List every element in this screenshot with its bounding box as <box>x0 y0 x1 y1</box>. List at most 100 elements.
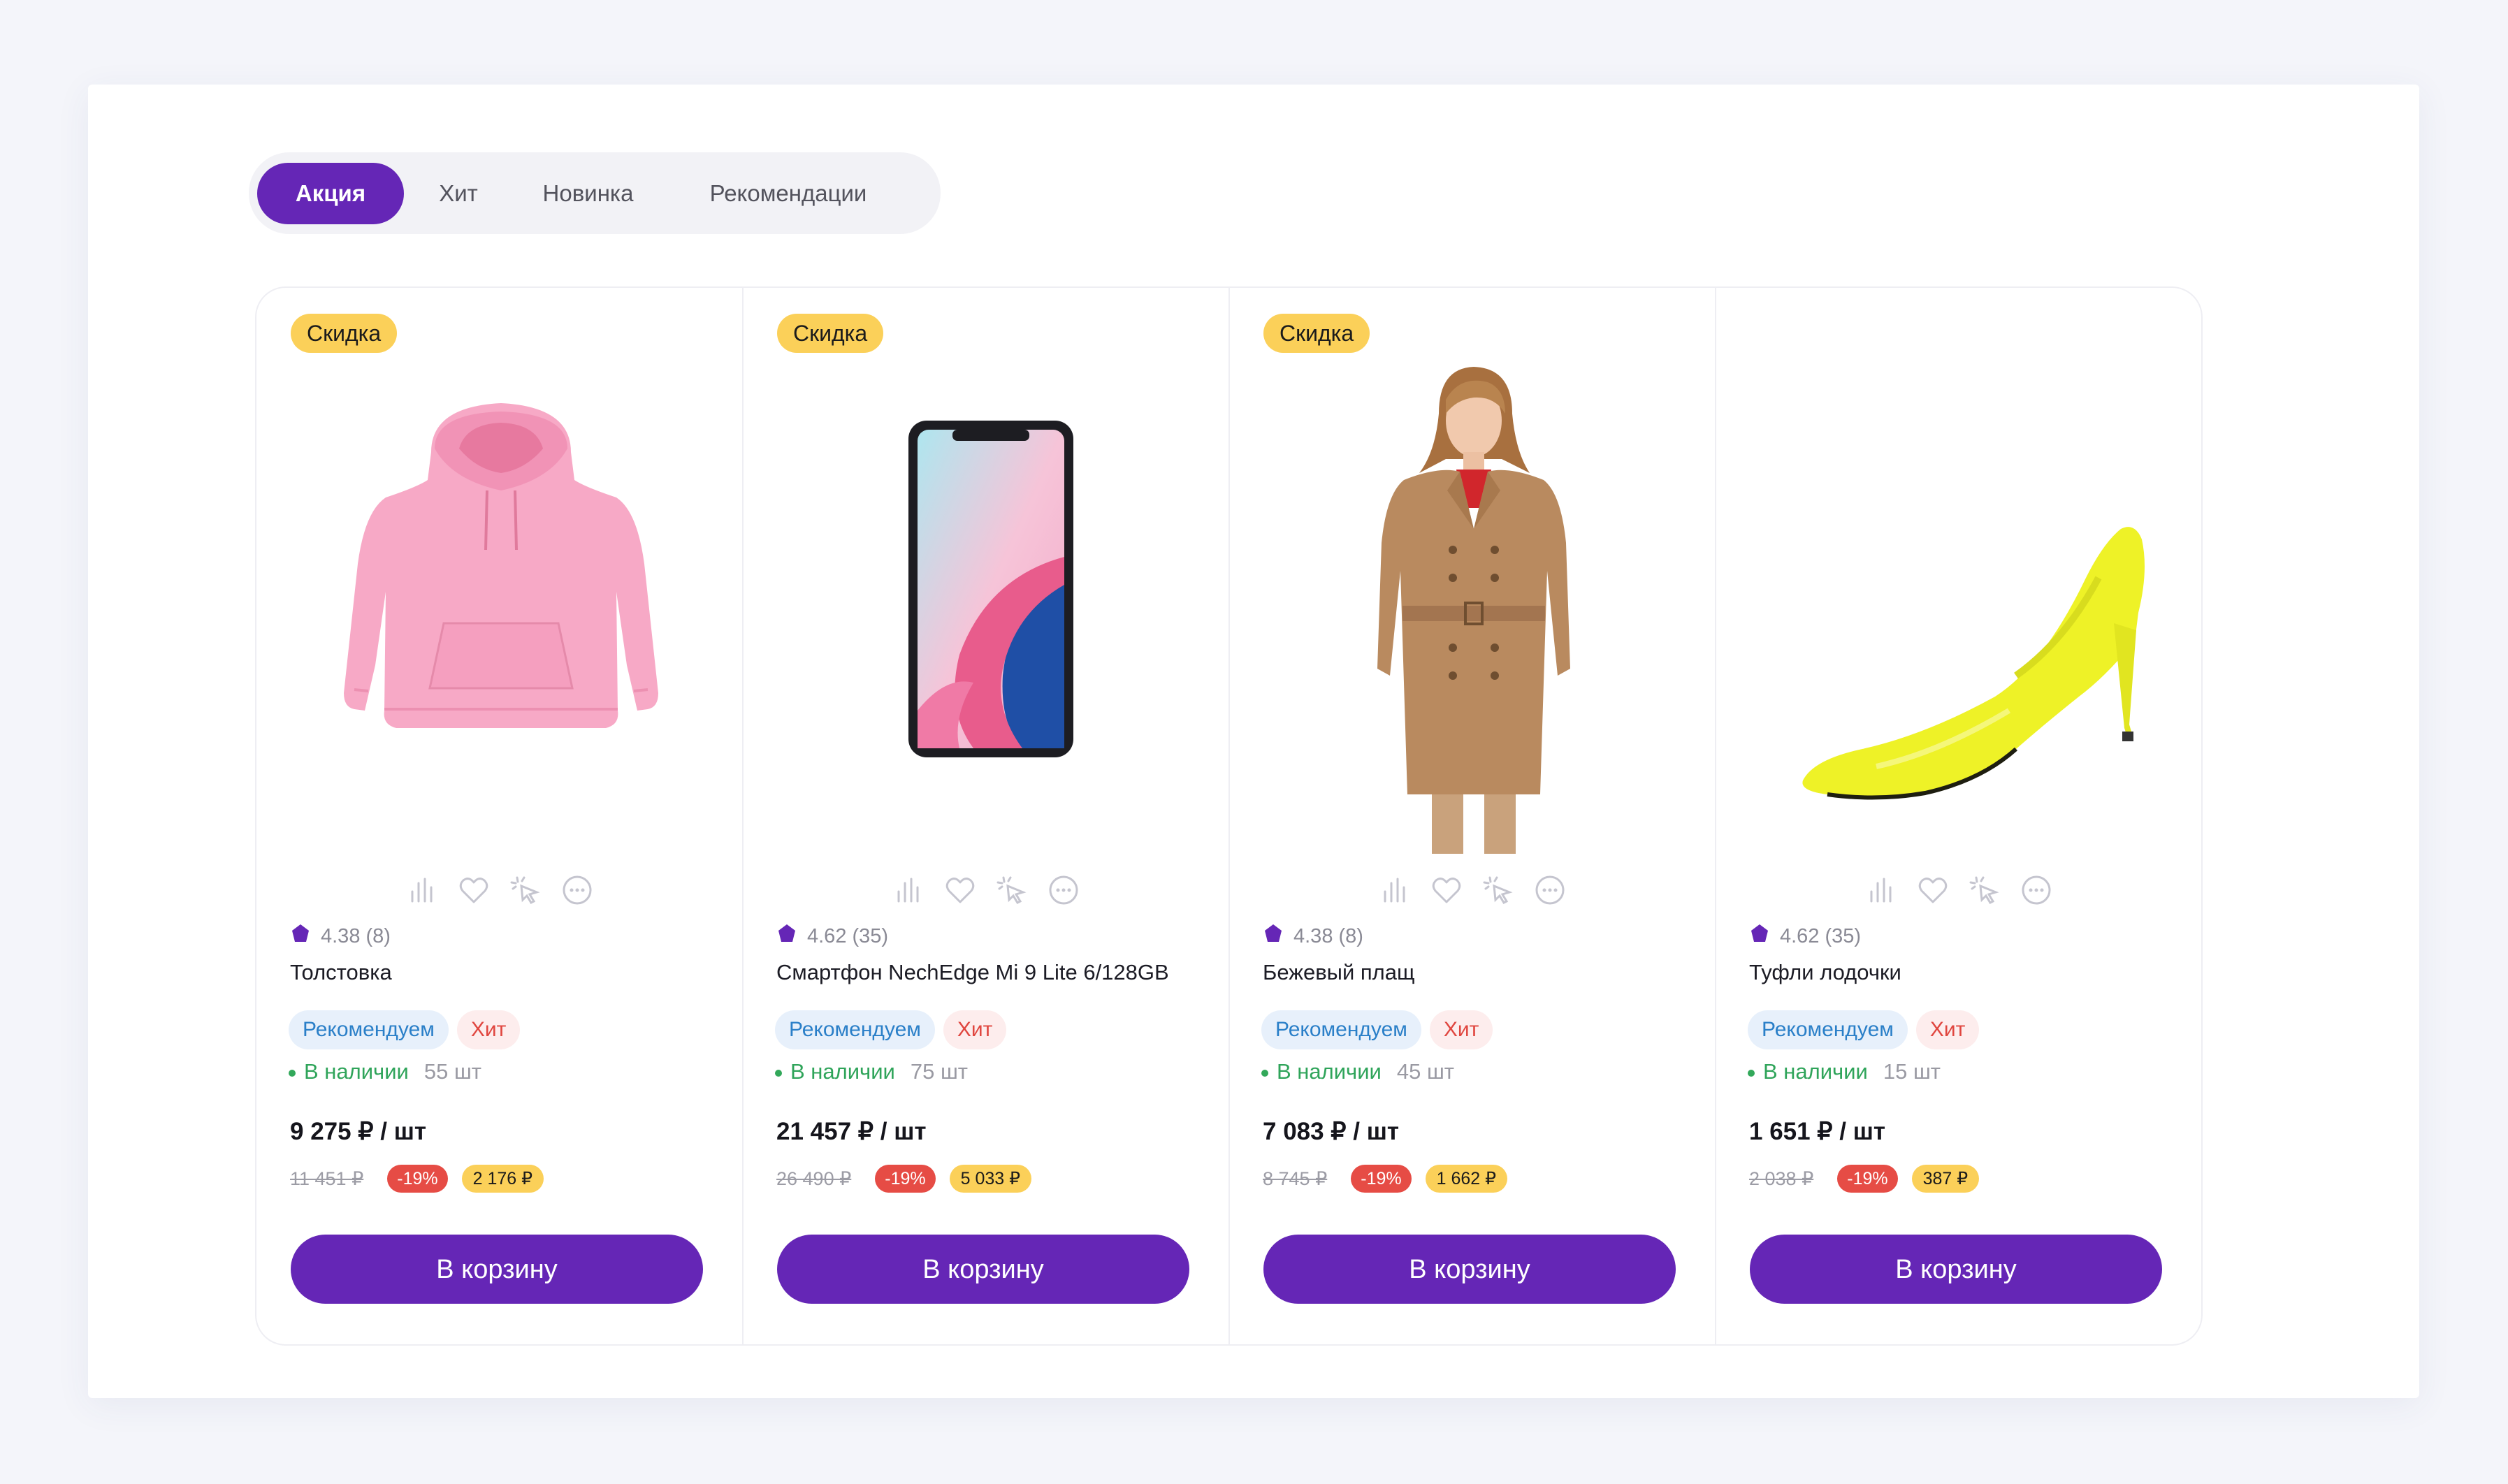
price-details: 11 451 ₽ -19% 2 176 ₽ <box>290 1165 544 1195</box>
old-price: 11 451 ₽ <box>290 1167 364 1189</box>
old-price: 8 745 ₽ <box>1263 1167 1328 1189</box>
rating-value: 4.38 <box>321 925 361 947</box>
chip-hit: Хит <box>943 1010 1007 1049</box>
product-name[interactable]: Смартфон NechEdge Mi 9 Lite 6/128GB <box>776 960 1169 985</box>
more-icon[interactable] <box>1047 873 1080 907</box>
chip-hit: Хит <box>1915 1010 1980 1049</box>
product-chips: Рекомендуем Хит <box>1261 1010 1501 1049</box>
rating-value: 4.62 <box>807 925 847 947</box>
tab-recommendations[interactable]: Рекомендации <box>676 163 900 224</box>
product-chips: Рекомендуем Хит <box>775 1010 1015 1049</box>
cursor-click-icon[interactable] <box>509 873 542 907</box>
cursor-click-icon[interactable] <box>995 873 1029 907</box>
add-to-cart-button[interactable]: В корзину <box>1750 1235 2162 1304</box>
old-price: 2 038 ₽ <box>1749 1167 1814 1189</box>
stock-status: В наличии 75 шт <box>775 1059 968 1084</box>
more-icon[interactable] <box>2020 873 2053 907</box>
rating-value: 4.38 <box>1293 925 1333 947</box>
product-actions <box>1378 873 1588 908</box>
discount-percent: -19% <box>1837 1165 1898 1193</box>
price-details: 2 038 ₽ -19% 387 ₽ <box>1749 1165 1980 1195</box>
saving-amount: 1 662 ₽ <box>1425 1165 1508 1193</box>
product-actions <box>1864 873 2074 908</box>
discount-percent: -19% <box>875 1165 936 1193</box>
old-price: 26 490 ₽ <box>776 1167 852 1189</box>
stock-qty: 45 шт <box>1396 1059 1455 1084</box>
filter-tabs: Акция Хит Новинка Рекомендации <box>249 152 941 234</box>
product-image-smartphone[interactable] <box>743 347 1228 854</box>
stock-status: В наличии 15 шт <box>1748 1059 1941 1084</box>
product-card[interactable]: Скидка <box>1229 288 1716 1344</box>
heart-icon[interactable] <box>457 873 491 907</box>
chip-hit: Хит <box>1429 1010 1493 1049</box>
stock-status: В наличии 55 шт <box>289 1059 481 1084</box>
cursor-click-icon[interactable] <box>1481 873 1515 907</box>
product-name[interactable]: Туфли лодочки <box>1749 960 1901 985</box>
product-card[interactable]: Скидка <box>743 288 1230 1344</box>
cursor-click-icon[interactable] <box>1968 873 2001 907</box>
bar-chart-icon[interactable] <box>1864 873 1898 907</box>
rating-star-icon <box>776 923 797 952</box>
more-icon[interactable] <box>560 873 594 907</box>
stock-label: В наличии <box>304 1059 409 1084</box>
stock-dot-icon <box>289 1069 296 1077</box>
bar-chart-icon[interactable] <box>892 873 925 907</box>
product-card[interactable]: Скидка <box>256 288 744 1344</box>
product-price: 21 457 ₽ / шт <box>776 1118 927 1145</box>
chip-hit: Хит <box>456 1010 521 1049</box>
bar-chart-icon[interactable] <box>405 873 439 907</box>
product-rating: 4.62 (35) <box>1749 922 1861 950</box>
heart-icon[interactable] <box>1430 873 1463 907</box>
saving-amount: 387 ₽ <box>1911 1165 1980 1193</box>
product-rating: 4.62 (35) <box>776 922 888 950</box>
product-image-hoodie[interactable] <box>256 347 742 854</box>
review-count: (35) <box>852 925 889 947</box>
price-details: 8 745 ₽ -19% 1 662 ₽ <box>1263 1165 1508 1195</box>
stock-label: В наличии <box>1763 1059 1868 1084</box>
product-name[interactable]: Толстовка <box>290 960 392 985</box>
review-count: (35) <box>1825 925 1862 947</box>
saving-amount: 2 176 ₽ <box>461 1165 544 1193</box>
chip-recommend: Рекомендуем <box>289 1010 449 1049</box>
more-icon[interactable] <box>1533 873 1567 907</box>
product-name[interactable]: Бежевый плащ <box>1263 960 1415 985</box>
price-details: 26 490 ₽ -19% 5 033 ₽ <box>776 1165 1032 1195</box>
product-card[interactable]: 4.62 (35) Туфли лодочки Рекомендуем Хит В… <box>1716 288 2201 1344</box>
discount-percent: -19% <box>1351 1165 1412 1193</box>
heart-icon[interactable] <box>1916 873 1950 907</box>
stock-dot-icon <box>1261 1069 1268 1077</box>
tab-hit[interactable]: Хит <box>420 163 497 224</box>
rating-star-icon <box>1749 923 1770 952</box>
stock-label: В наличии <box>790 1059 895 1084</box>
product-chips: Рекомендуем Хит <box>1748 1010 1987 1049</box>
product-image-pumps[interactable] <box>1716 347 2201 854</box>
tab-new[interactable]: Новинка <box>527 163 649 224</box>
stock-dot-icon <box>775 1069 782 1077</box>
heart-icon[interactable] <box>943 873 977 907</box>
product-chips: Рекомендуем Хит <box>289 1010 528 1049</box>
product-actions <box>405 873 615 908</box>
tab-promo[interactable]: Акция <box>257 163 404 224</box>
add-to-cart-button[interactable]: В корзину <box>291 1235 703 1304</box>
product-price: 9 275 ₽ / шт <box>290 1118 427 1145</box>
rating-star-icon <box>290 923 311 952</box>
bar-chart-icon[interactable] <box>1378 873 1412 907</box>
chip-recommend: Рекомендуем <box>1261 1010 1421 1049</box>
add-to-cart-button[interactable]: В корзину <box>777 1235 1189 1304</box>
stock-label: В наличии <box>1277 1059 1382 1084</box>
review-count: (8) <box>365 925 391 947</box>
stock-dot-icon <box>1748 1069 1755 1077</box>
saving-amount: 5 033 ₽ <box>949 1165 1032 1193</box>
chip-recommend: Рекомендуем <box>1748 1010 1908 1049</box>
product-rating: 4.38 (8) <box>1263 922 1363 950</box>
discount-percent: -19% <box>387 1165 448 1193</box>
stock-qty: 55 шт <box>423 1059 482 1084</box>
product-price: 7 083 ₽ / шт <box>1263 1118 1400 1145</box>
chip-recommend: Рекомендуем <box>775 1010 935 1049</box>
product-rating: 4.38 (8) <box>290 922 391 950</box>
product-grid: Скидка 4.38 (8) Толстовка Рекомендуем Хи… <box>255 286 2203 1346</box>
product-price: 1 651 ₽ / шт <box>1749 1118 1886 1145</box>
product-image-trench-coat[interactable] <box>1229 347 1715 854</box>
add-to-cart-button[interactable]: В корзину <box>1263 1235 1676 1304</box>
product-actions <box>892 873 1101 908</box>
